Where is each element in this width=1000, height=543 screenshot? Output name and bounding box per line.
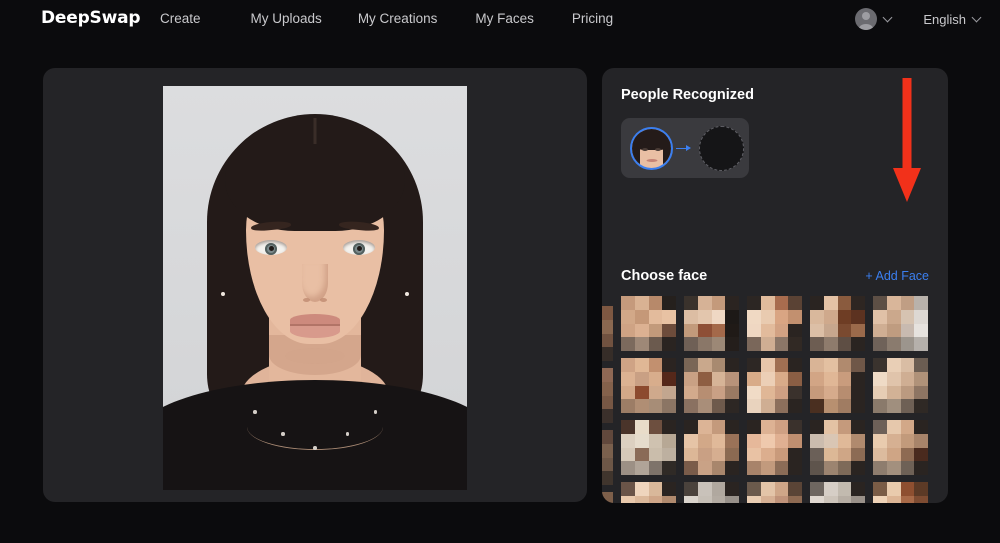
face-thumbnail[interactable] <box>747 482 802 503</box>
top-navigation-bar: DeepSwap Create My Uploads My Creations … <box>0 0 1000 38</box>
photo-hair-part <box>313 118 317 144</box>
account-menu-button[interactable] <box>855 8 893 30</box>
language-selector[interactable]: English <box>923 11 982 27</box>
photo-chin-shadow <box>285 348 345 364</box>
main-nav: Create My Uploads My Creations My Faces … <box>160 11 613 26</box>
photo-lower-lip <box>290 324 340 338</box>
photo-lip-line <box>290 324 340 326</box>
nav-item-create[interactable]: Create <box>160 11 201 26</box>
swap-arrow-icon <box>675 143 697 153</box>
source-photo-preview[interactable] <box>163 86 467 490</box>
people-recognized-title: People Recognized <box>621 87 754 103</box>
photo-pupil-left <box>268 246 274 251</box>
choose-face-header: Choose face + Add Face <box>621 268 929 284</box>
photo-pupil-right <box>356 246 362 251</box>
face-thumbnail[interactable] <box>684 420 739 475</box>
recognized-person-chip[interactable] <box>621 118 749 178</box>
face-thumbnail[interactable] <box>810 296 865 351</box>
face-thumbnail[interactable] <box>747 420 802 475</box>
photo-necklace <box>247 404 383 450</box>
chevron-down-icon <box>882 12 893 23</box>
face-thumbnail-partial[interactable] <box>602 306 613 361</box>
face-thumbnail[interactable] <box>684 358 739 413</box>
face-thumbnail[interactable] <box>684 296 739 351</box>
photo-earring-right <box>405 292 409 296</box>
face-thumbnail[interactable] <box>684 482 739 503</box>
red-down-arrow-annotation <box>893 78 921 202</box>
source-media-panel <box>43 68 587 502</box>
detected-face-thumbnail[interactable] <box>630 126 673 170</box>
empty-target-face-placeholder[interactable] <box>699 125 744 171</box>
face-gallery-scroll-area[interactable] <box>602 296 948 503</box>
face-thumbnail[interactable] <box>810 482 865 503</box>
face-thumbnail[interactable] <box>621 420 676 475</box>
face-thumbnail[interactable] <box>873 358 928 413</box>
face-thumbnail[interactable] <box>621 482 676 503</box>
nav-item-my-creations[interactable]: My Creations <box>358 11 438 26</box>
language-label: English <box>923 11 966 27</box>
header-right-controls: English <box>855 0 982 38</box>
photo-nostril-left <box>303 298 310 302</box>
photo-earring-left <box>221 292 225 296</box>
face-thumbnail-partial[interactable] <box>602 492 613 503</box>
face-thumbnail[interactable] <box>810 420 865 475</box>
face-thumbnail-partial[interactable] <box>602 430 613 485</box>
chevron-down-icon <box>971 12 982 23</box>
face-thumbnail[interactable] <box>873 296 928 351</box>
nav-item-my-uploads[interactable]: My Uploads <box>251 11 322 26</box>
nav-item-my-faces[interactable]: My Faces <box>475 11 534 26</box>
user-avatar-icon <box>855 8 878 30</box>
deepswap-app-window: DeepSwap Create My Uploads My Creations … <box>0 0 1000 543</box>
face-gallery-grid <box>621 296 948 503</box>
choose-face-title: Choose face <box>621 268 708 284</box>
face-thumbnail[interactable] <box>621 296 676 351</box>
face-thumbnail[interactable] <box>747 358 802 413</box>
face-thumbnail[interactable] <box>747 296 802 351</box>
photo-nose <box>302 264 328 302</box>
face-thumbnail[interactable] <box>810 358 865 413</box>
brand-logo[interactable]: DeepSwap <box>41 8 141 28</box>
nav-item-pricing[interactable]: Pricing <box>572 11 613 26</box>
face-thumbnail[interactable] <box>873 420 928 475</box>
add-face-button[interactable]: + Add Face <box>865 269 929 283</box>
photo-nostril-right <box>320 298 327 302</box>
face-thumbnail-partial[interactable] <box>602 368 613 423</box>
face-thumbnail[interactable] <box>621 358 676 413</box>
face-thumbnail[interactable] <box>873 482 928 503</box>
